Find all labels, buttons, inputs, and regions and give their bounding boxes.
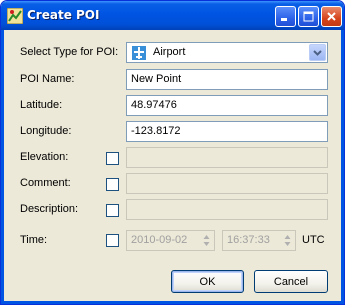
poi-app-icon [7, 8, 23, 24]
date-spinner[interactable]: 2010-09-02 [126, 230, 215, 251]
minimize-button[interactable] [275, 6, 296, 27]
title-bar[interactable]: Create POI [1, 1, 344, 30]
close-icon [327, 12, 336, 21]
elevation-field[interactable] [126, 147, 328, 168]
window-frame-right [341, 30, 344, 304]
description-label: Description: [20, 203, 79, 215]
time-spinner[interactable]: 16:37:33 [222, 230, 296, 251]
description-checkbox[interactable] [106, 204, 119, 217]
longitude-label: Longitude: [20, 125, 72, 137]
elevation-label: Elevation: [20, 151, 69, 163]
latitude-field[interactable]: 48.97476 [126, 95, 328, 116]
close-button[interactable] [321, 6, 342, 27]
maximize-button[interactable] [298, 6, 319, 27]
longitude-field[interactable]: -123.8172 [126, 121, 328, 142]
comment-label: Comment: [20, 177, 71, 189]
create-poi-dialog: Create POI Select Type for POI: Airport … [0, 0, 345, 305]
window-title: Create POI [27, 8, 100, 22]
minimize-icon [281, 18, 287, 21]
ok-button[interactable]: OK [171, 270, 244, 293]
comment-checkbox[interactable] [106, 178, 119, 191]
poi-type-value: Airport [153, 46, 186, 58]
elevation-checkbox[interactable] [106, 152, 119, 165]
latitude-label: Latitude: [20, 99, 63, 111]
type-label: Select Type for POI: [20, 46, 119, 58]
window-frame-left [1, 30, 4, 304]
window-frame-bottom [1, 301, 344, 304]
comment-field[interactable] [126, 173, 328, 194]
time-checkbox[interactable] [106, 234, 119, 247]
poi-name-field[interactable]: New Point [126, 69, 328, 90]
time-label: Time: [20, 234, 48, 246]
chevron-down-icon [313, 49, 322, 56]
spinner-arrows-icon[interactable] [200, 232, 213, 249]
maximize-icon [303, 11, 314, 22]
poi-type-dropdown[interactable]: Airport [126, 42, 328, 63]
dropdown-button[interactable] [309, 44, 326, 61]
time-value: 16:37:33 [227, 234, 270, 246]
spinner-arrows-icon[interactable] [281, 232, 294, 249]
poi-name-label: POI Name: [20, 73, 75, 85]
cancel-button[interactable]: Cancel [254, 270, 328, 293]
date-value: 2010-09-02 [131, 234, 188, 246]
airplane-icon [132, 46, 146, 60]
timezone-label: UTC [302, 234, 325, 246]
description-field[interactable] [126, 199, 328, 220]
